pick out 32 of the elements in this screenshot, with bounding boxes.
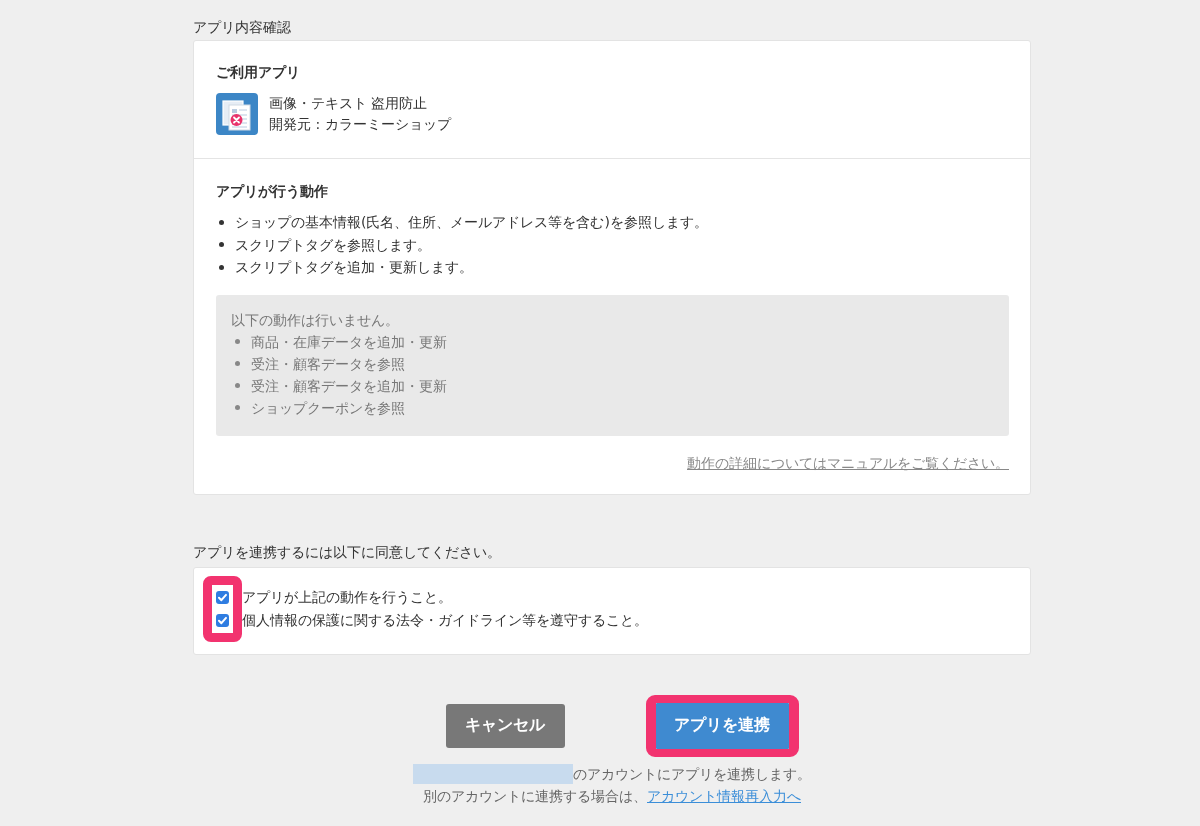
- bullet-icon: [235, 339, 240, 344]
- checkbox[interactable]: [216, 590, 229, 604]
- bullet-icon: [235, 383, 240, 388]
- restriction-item: ショップクーポンを参照: [251, 398, 405, 418]
- action-item: スクリプトタグを追加・更新します。: [235, 258, 473, 277]
- checkbox[interactable]: [216, 613, 229, 627]
- bullet-icon: [235, 405, 240, 410]
- restrictions-title: 以下の動作は行いません。: [231, 310, 400, 330]
- manual-link[interactable]: 動作の詳細についてはマニュアルをご覧ください。: [687, 454, 1009, 471]
- restriction-item: 受注・顧客データを追加・更新: [251, 376, 447, 396]
- action-item: ショップの基本情報(氏名、住所、メールアドレス等を含む)を参照します。: [235, 213, 708, 232]
- action-item: スクリプトタグを参照します。: [235, 235, 431, 255]
- document-x-icon: [216, 93, 258, 135]
- bullet-icon: [219, 242, 224, 248]
- consent-title: アプリを連携するには以下に同意してください。: [193, 542, 502, 562]
- bullet-icon: [219, 219, 224, 225]
- bullet-icon: [235, 361, 240, 366]
- cancel-button[interactable]: キャンセル: [445, 703, 565, 748]
- connect-button[interactable]: アプリを連携: [655, 702, 789, 749]
- consent-label: アプリが上記の動作を行うこと。: [242, 587, 453, 607]
- restriction-item: 商品・在庫データを追加・更新: [251, 332, 447, 352]
- bullet-icon: [219, 264, 224, 270]
- section-title: アプリ内容確認: [193, 18, 292, 37]
- section-heading: ご利用アプリ: [216, 63, 301, 82]
- account-switch-text: 別のアカウントに連携する場合は、アカウント情報再入力へ: [422, 786, 802, 806]
- developer-text: 開発元 : カラーミーショップ: [269, 115, 451, 134]
- restriction-item: 受注・顧客データを参照: [251, 354, 405, 374]
- consent-label: 個人情報の保護に関する法令・ガイドライン等を遵守すること。: [242, 610, 648, 630]
- section-heading: アプリが行う動作: [216, 182, 329, 201]
- reenter-account-link[interactable]: アカウント情報再入力へ: [647, 787, 801, 804]
- account-note-text: のアカウントにアプリを連携します。: [573, 764, 811, 784]
- app-name: 画像・テキスト 盗用防止: [269, 94, 429, 113]
